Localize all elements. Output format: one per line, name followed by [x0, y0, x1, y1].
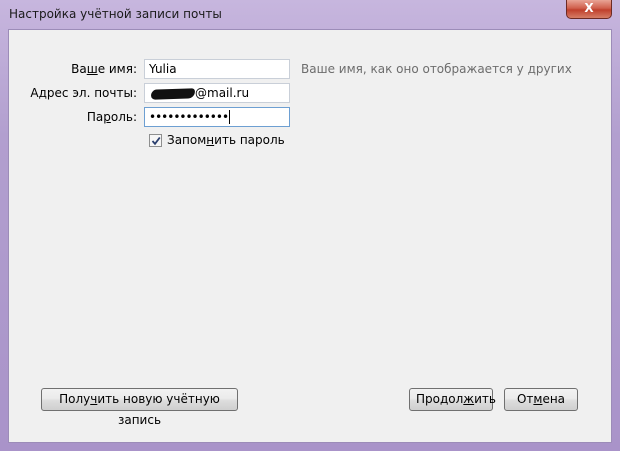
text-cursor [229, 110, 231, 124]
title-bar[interactable]: Настройка учётной записи почты X [0, 0, 620, 28]
password-value: ••••••••••••• [149, 110, 229, 124]
checkmark-icon [151, 136, 161, 146]
cancel-label: Отмена [516, 392, 566, 406]
window-frame: Настройка учётной записи почты X Ваше им… [0, 0, 620, 451]
cancel-button[interactable]: Отмена [504, 388, 578, 411]
password-input[interactable]: ••••••••••••• [144, 107, 290, 127]
close-button[interactable]: X [566, 0, 612, 19]
new-account-button[interactable]: Получить новую учётную запись [41, 388, 238, 427]
name-hint: Ваше имя, как оно отображается у других [301, 62, 572, 76]
email-label: Адрес эл. почты: [30, 86, 137, 100]
new-account-label: Получить новую учётную запись [59, 392, 220, 427]
email-input[interactable]: @mail.ru [144, 83, 290, 103]
dialog-body: Ваше имя: Yulia Ваше имя, как оно отобра… [8, 29, 612, 443]
name-input[interactable]: Yulia [144, 59, 290, 79]
continue-label: Продолжить [416, 392, 496, 406]
redaction-blot [150, 87, 196, 100]
remember-checkbox[interactable] [149, 134, 162, 147]
password-label: Пароль: [86, 110, 137, 124]
name-label: Ваше имя: [71, 62, 137, 76]
continue-button[interactable]: Продолжить [409, 388, 496, 411]
email-value: @mail.ru [195, 86, 250, 100]
window-title: Настройка учётной записи почты [9, 7, 222, 21]
close-icon: X [584, 1, 594, 15]
name-value: Yulia [149, 62, 177, 76]
remember-label: Запомнить пароль [167, 133, 285, 147]
